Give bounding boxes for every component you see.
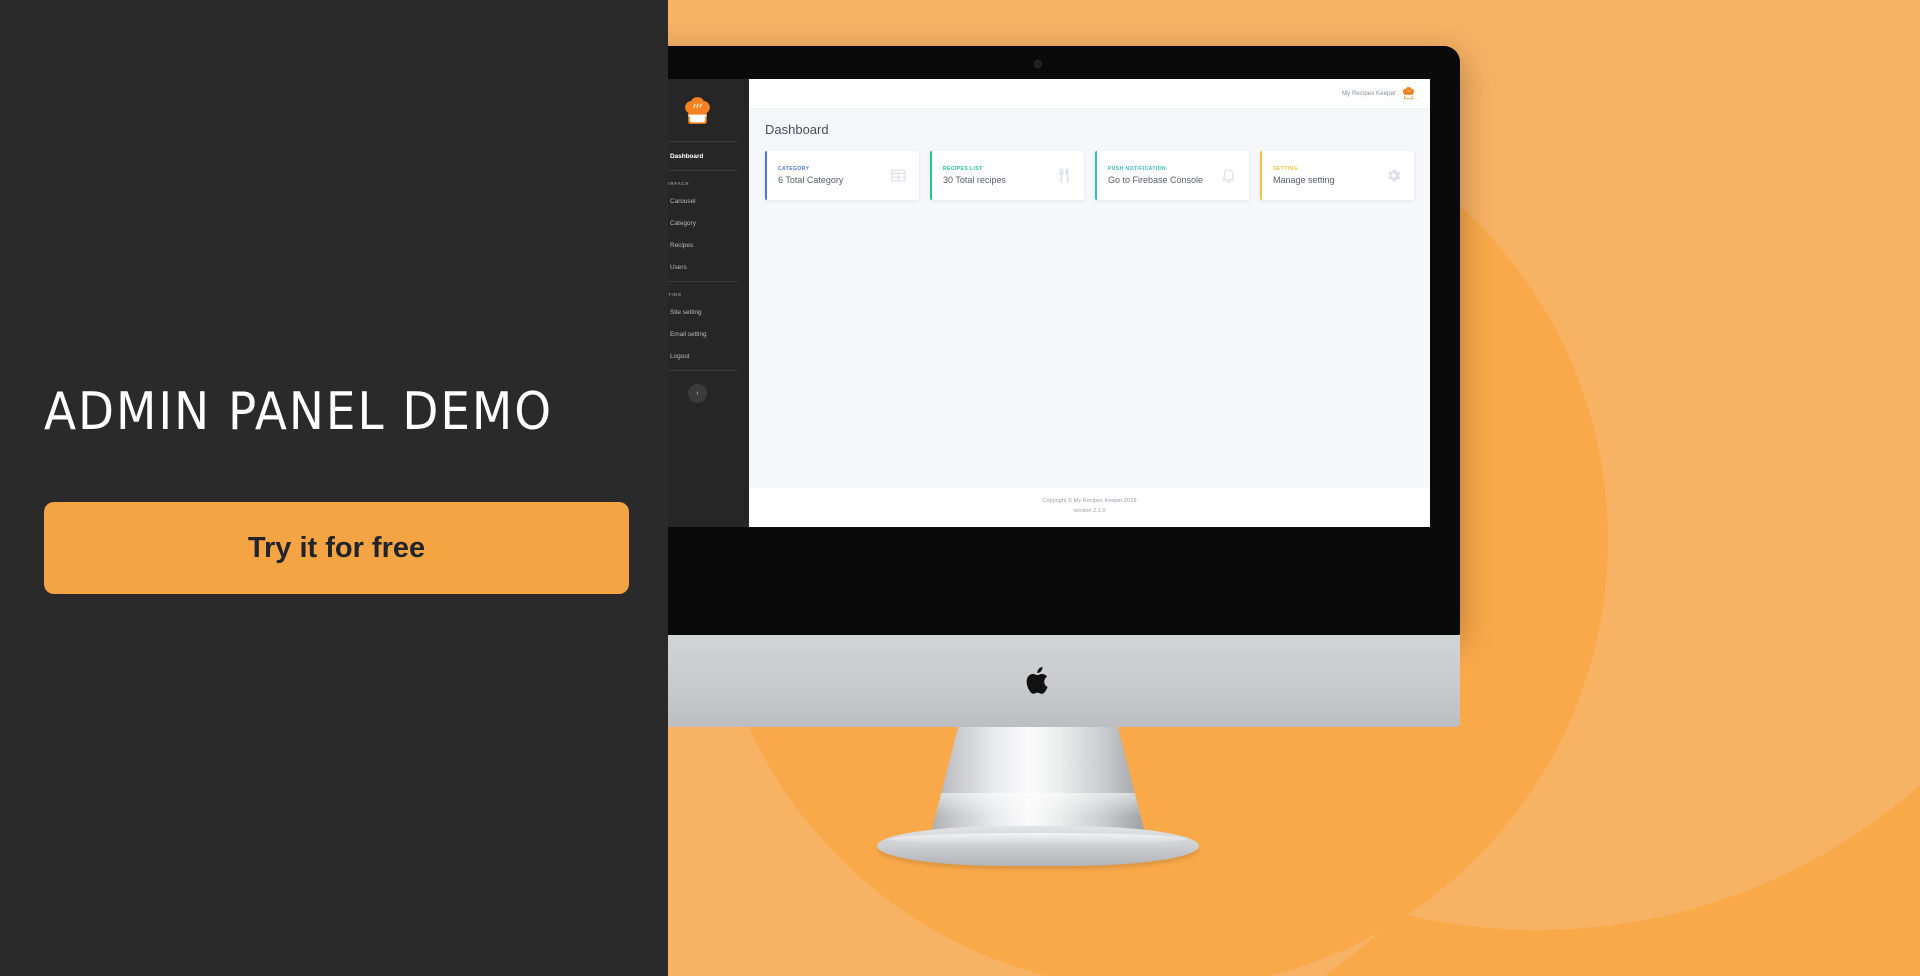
page-root: Admin Panel Demo Try it for free xyxy=(0,0,1920,976)
sidebar-item-label: Logout xyxy=(670,352,690,360)
stat-card-value: 30 Total recipes xyxy=(943,175,1006,185)
sidebar-divider xyxy=(668,170,738,171)
sidebar-heading-setting: SETTING xyxy=(668,292,682,297)
chef-hat-icon xyxy=(685,97,710,124)
imac-stand xyxy=(668,727,1460,866)
sidebar-item-recipes[interactable]: Recipes xyxy=(668,234,749,256)
stat-card-category[interactable]: CATEGORY 6 Total Category xyxy=(765,151,919,200)
sidebar-item-label: Email setting xyxy=(670,330,707,338)
app-topbar: My Recipes Keeper xyxy=(749,79,1430,109)
stat-card-list: CATEGORY 6 Total Category RECIPES LIST 3… xyxy=(765,151,1414,200)
hero-panel: Dashboard INTERFACE Carousel xyxy=(668,0,1920,976)
page-title: Admin Panel Demo xyxy=(44,382,554,442)
gear-icon xyxy=(1385,167,1402,184)
sidebar-item-logout[interactable]: Logout xyxy=(668,345,749,367)
stat-card-value: Manage setting xyxy=(1273,175,1335,185)
sidebar-item-label: Site setting xyxy=(670,308,702,316)
app-footer: Copyright © My Recipes Keeper 2019 versi… xyxy=(749,488,1430,527)
sidebar-item-label: Carousel xyxy=(670,197,696,205)
stat-card-setting[interactable]: SETTING Manage setting xyxy=(1260,151,1414,200)
stat-card-label: RECIPES LIST xyxy=(943,166,983,172)
sidebar-item-label: Dashboard xyxy=(670,152,704,160)
sidebar-item-label: Recipes xyxy=(670,241,694,249)
sidebar-item-label: Category xyxy=(670,219,696,227)
imac-bezel: Dashboard INTERFACE Carousel xyxy=(668,46,1460,635)
sidebar-divider xyxy=(668,141,738,142)
app-logo[interactable] xyxy=(668,87,749,138)
stat-card-value: Go to Firebase Console xyxy=(1108,175,1204,185)
avatar[interactable] xyxy=(1401,86,1416,101)
footer-version: version 2.1.0 xyxy=(1073,507,1106,514)
sidebar-item-users[interactable]: Users xyxy=(668,256,749,278)
imac-chin xyxy=(668,635,1460,727)
utensils-icon xyxy=(1055,167,1072,184)
promo-panel: Admin Panel Demo Try it for free xyxy=(0,0,668,976)
app-screen: Dashboard INTERFACE Carousel xyxy=(668,79,1430,527)
app-content: Dashboard CATEGORY 6 Total Category RECI… xyxy=(749,109,1430,488)
sidebar-collapse-button[interactable]: ‹ xyxy=(688,384,707,403)
sidebar-divider xyxy=(668,370,738,371)
stat-card-value: 6 Total Category xyxy=(778,175,844,185)
imac-mockup: Dashboard INTERFACE Carousel xyxy=(668,46,1460,866)
imac-stand-base xyxy=(877,826,1199,866)
sidebar-collapse-row: ‹ xyxy=(668,374,749,403)
sidebar-item-email-setting[interactable]: Email setting xyxy=(668,323,749,345)
webcam-icon xyxy=(1034,60,1042,68)
try-it-for-free-button[interactable]: Try it for free xyxy=(44,502,629,594)
sidebar-item-carousel[interactable]: Carousel xyxy=(668,190,749,212)
stat-card-push-notification[interactable]: PUSH NOTIFICATION Go to Firebase Console xyxy=(1095,151,1249,200)
stat-card-label: CATEGORY xyxy=(778,166,810,172)
dashboard-heading: Dashboard xyxy=(765,122,829,137)
sidebar-divider xyxy=(668,281,738,282)
bell-icon xyxy=(1220,167,1237,184)
stat-card-recipes[interactable]: RECIPES LIST 30 Total recipes xyxy=(930,151,1084,200)
sidebar-item-dashboard[interactable]: Dashboard xyxy=(668,145,749,167)
sidebar-item-category[interactable]: Category xyxy=(668,212,749,234)
app-sidebar: Dashboard INTERFACE Carousel xyxy=(668,79,749,527)
table-icon xyxy=(890,167,907,184)
topbar-username: My Recipes Keeper xyxy=(1342,90,1396,97)
sidebar-item-label: Users xyxy=(670,263,687,271)
apple-logo-icon xyxy=(1026,667,1047,694)
stat-card-label: SETTING xyxy=(1273,166,1298,172)
sidebar-heading-interface: INTERFACE xyxy=(668,181,690,186)
sidebar-item-site-setting[interactable]: Site setting xyxy=(668,301,749,323)
stat-card-label: PUSH NOTIFICATION xyxy=(1108,166,1167,172)
app-main: My Recipes Keeper Dashboard CATEGORY 6 T… xyxy=(749,79,1430,527)
footer-copyright: Copyright © My Recipes Keeper 2019 xyxy=(1042,498,1137,504)
